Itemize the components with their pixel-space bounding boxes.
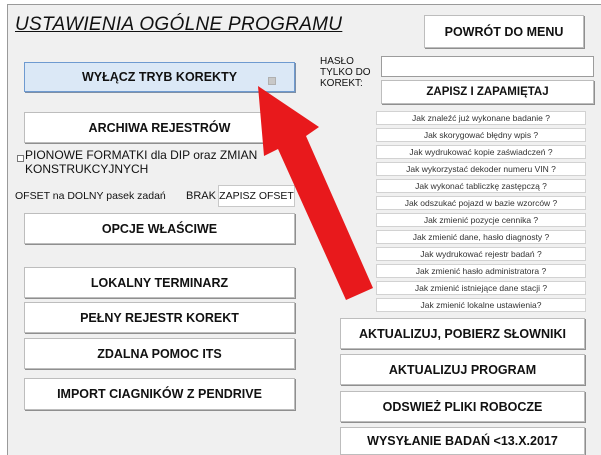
disable-correction-mode-label: WYŁĄCZ TRYB KOREKTY [81, 70, 238, 84]
password-label-line-2: TYLKO DO [320, 67, 371, 78]
archive-registers-button[interactable]: ARCHIWA REJESTRÓW [24, 112, 295, 143]
help-link[interactable]: Jak zmienić lokalne ustawienia? [376, 298, 586, 312]
help-link[interactable]: Jak wykonać tabliczkę zastępczą ? [376, 179, 586, 193]
help-link[interactable]: Jak zmienić hasło administratora ? [376, 264, 586, 278]
offset-value[interactable]: BRAK [186, 190, 216, 202]
update-program-button[interactable]: AKTUALIZUJ PROGRAM [340, 354, 585, 385]
page-title: USTAWIENIA OGÓLNE PROGRAMU [15, 14, 343, 35]
dip-forms-label: PIONOWE FORMATKI dla DIP oraz ZMIAN KONS… [25, 148, 257, 176]
disable-correction-mode-button[interactable]: WYŁĄCZ TRYB KOREKTY [24, 62, 295, 92]
update-dictionaries-button[interactable]: AKTUALIZUJ, POBIERZ SŁOWNIKI [340, 318, 585, 349]
password-input[interactable] [381, 56, 594, 77]
help-link[interactable]: Jak znaleźć już wykonane badanie ? [376, 111, 586, 125]
local-scheduler-button[interactable]: LOKALNY TERMINARZ [24, 267, 295, 298]
full-correction-register-button[interactable]: PEŁNY REJESTR KOREKT [24, 302, 295, 333]
own-options-button[interactable]: OPCJE WŁAŚCIWE [24, 213, 295, 244]
help-link[interactable]: Jak zmienić dane, hasło diagnosty ? [376, 230, 586, 244]
password-label-line-3: KOREKT: [320, 78, 363, 89]
send-tests-button[interactable]: WYSYŁANIE BADAŃ <13.X.2017 [340, 427, 585, 455]
help-link[interactable]: Jak wydrukować rejestr badań ? [376, 247, 586, 261]
dip-forms-checkbox[interactable] [17, 155, 24, 162]
back-to-menu-button[interactable]: POWRÓT DO MENU [424, 15, 584, 48]
help-link[interactable]: Jak zmienić pozycje cennika ? [376, 213, 586, 227]
dip-forms-label-line-2: KONSTRUKCYJNYCH [25, 162, 149, 176]
help-link[interactable]: Jak odszukać pojazd w bazie wzorców ? [376, 196, 586, 210]
toggle-indicator-icon [268, 77, 276, 85]
offset-label: OFSET na DOLNY pasek zadań [15, 190, 166, 202]
password-label-line-1: HASŁO [320, 56, 354, 67]
help-link[interactable]: Jak skorygować błędny wpis ? [376, 128, 586, 142]
save-offset-button[interactable]: ZAPISZ OFSET [218, 185, 295, 207]
dip-forms-label-line-1: PIONOWE FORMATKI dla DIP oraz ZMIAN [25, 148, 258, 162]
help-link[interactable]: Jak wykorzystać dekoder numeru VIN ? [376, 162, 586, 176]
refresh-work-files-button[interactable]: ODSWIEŻ PLIKI ROBOCZE [340, 391, 585, 422]
help-link[interactable]: Jak zmienić istniejące dane stacji ? [376, 281, 586, 295]
remote-help-button[interactable]: ZDALNA POMOC ITS [24, 338, 295, 369]
save-password-button[interactable]: ZAPISZ I ZAPAMIĘTAJ [381, 80, 594, 104]
import-tractors-button[interactable]: IMPORT CIAGNIKÓW Z PENDRIVE [24, 378, 295, 410]
password-label: HASŁO TYLKO DO KOREKT: [320, 56, 371, 89]
help-link[interactable]: Jak wydrukować kopie zaświadczeń ? [376, 145, 586, 159]
